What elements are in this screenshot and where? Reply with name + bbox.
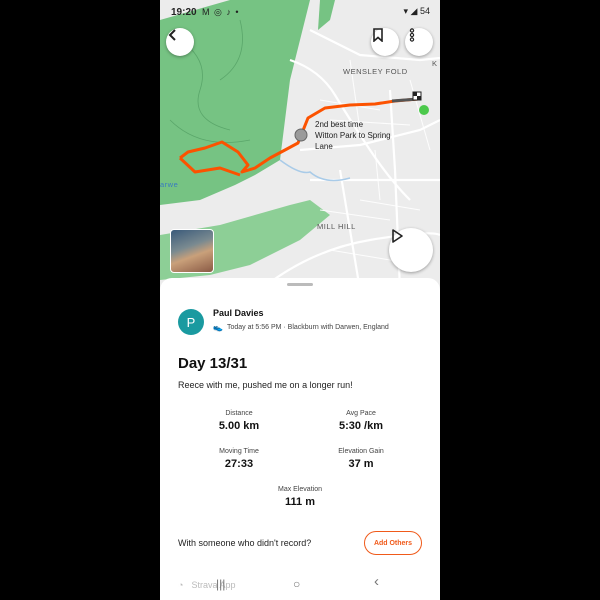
stat-value: 5.00 km [218,420,260,432]
notification-icons: M ◎ ♪ • [202,7,240,17]
stat-value: 37 m [348,458,374,470]
map-label-k: K [432,59,438,68]
map-label-wensley-fold: WENSLEY FOLD [343,67,408,76]
segment-achievement-label[interactable]: 2nd best time Witton Park to Spring Lane [315,119,415,152]
save-route-button[interactable] [371,28,399,56]
activity-detail-sheet[interactable]: P Paul Davies 👟 Today at 5:56 PM · Black… [160,278,440,600]
activity-meta: 👟 Today at 5:56 PM · Blackburn with Darw… [213,323,389,332]
stat-label: Elevation Gain [338,448,384,455]
segment-line-1: 2nd best time [315,120,364,129]
athlete-name[interactable]: Paul Davies [213,308,264,318]
segment-line-3: Lane [315,142,333,151]
sheet-drag-handle[interactable] [287,283,313,286]
activity-title: Day 13/31 [178,355,248,372]
system-nav-bar: ◔ Strava App ||| ○ ‹ [160,568,440,600]
activity-description: Reece with me, pushed me on a longer run… [178,380,353,390]
activity-photo-thumbnail[interactable] [170,229,214,273]
stat-value: 111 m [285,496,315,508]
app-icon: ◔ [178,580,184,590]
home-button[interactable]: ○ [293,577,300,591]
play-icon [392,229,403,243]
more-vertical-icon [409,28,415,42]
stat-value: 27:33 [224,458,254,470]
add-others-button[interactable]: Add Others [364,531,422,555]
more-options-button[interactable] [405,28,433,56]
chevron-left-icon [168,29,176,41]
play-flyover-button[interactable] [389,228,433,272]
stat-label: Moving Time [219,448,259,455]
map-label-arwen: arwe [160,180,179,189]
strava-app-label: Strava App [191,580,236,590]
stat-label: Distance [225,410,253,417]
status-bar: 19:20 M ◎ ♪ • ▾ ◢ 54 [160,0,440,24]
map-label-mill-hill: MILL HILL [317,222,356,231]
stat-value: 5:30 /km [338,420,384,432]
stat-max-elevation: Max Elevation 111 m [245,486,355,508]
with-someone-prompt: With someone who didn't record? [178,538,312,548]
recents-button[interactable]: ||| [216,577,225,591]
activity-meta-text: Today at 5:56 PM · Blackburn with Darwen… [226,324,389,331]
status-time: 19:20 [171,7,197,18]
shoe-icon: 👟 [213,323,223,332]
bookmark-icon [373,28,383,42]
stat-avg-pace: Avg Pace 5:30 /km [306,410,416,432]
nav-back-button[interactable]: ‹ [374,573,379,590]
avatar[interactable]: P [178,309,204,335]
segment-line-2: Witton Park to Spring [315,131,391,140]
phone-screen: 19:20 M ◎ ♪ • ▾ ◢ 54 WENSLEY FOLD K MILL… [160,0,440,600]
strava-app-ghost-label: ◔ Strava App [178,580,235,590]
stat-label: Avg Pace [346,410,376,417]
back-button[interactable] [166,28,194,56]
battery-level: 54 [419,6,430,16]
stat-distance: Distance 5.00 km [184,410,294,432]
stat-moving-time: Moving Time 27:33 [184,448,294,470]
route-map[interactable]: 19:20 M ◎ ♪ • ▾ ◢ 54 WENSLEY FOLD K MILL… [160,0,440,290]
stat-elevation-gain: Elevation Gain 37 m [306,448,416,470]
battery-indicator: ▾ ◢ 54 [403,6,430,16]
stat-label: Max Elevation [278,486,322,493]
